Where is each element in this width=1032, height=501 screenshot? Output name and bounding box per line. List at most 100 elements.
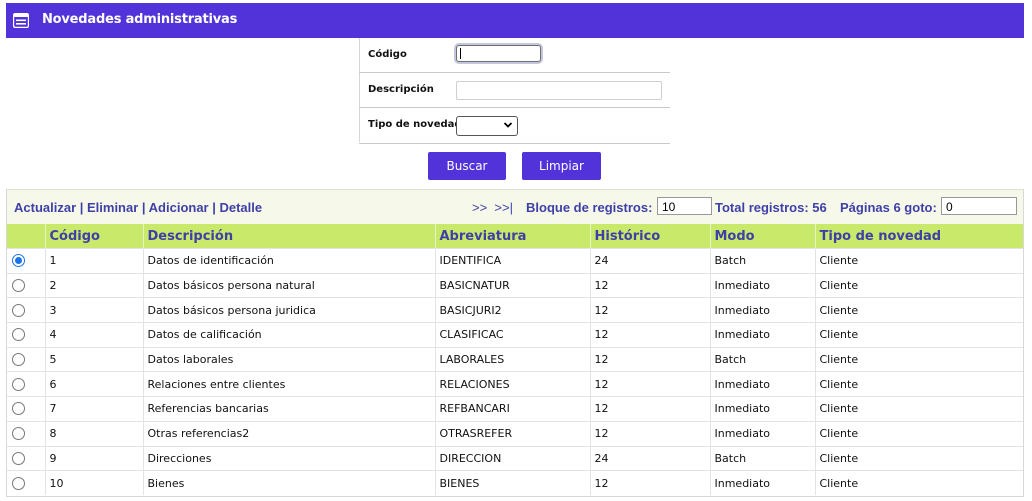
table-cell: 5 — [44, 346, 143, 372]
table-cell: 7 — [44, 396, 143, 422]
table-cell: Datos básicos persona natural — [142, 272, 435, 298]
chevron-down-icon — [503, 122, 513, 128]
table-cell: Referencias bancarias — [142, 396, 435, 422]
row-select-cell — [7, 322, 45, 348]
table-cell: Inmediato — [709, 396, 815, 422]
table-cell: 24 — [589, 445, 710, 471]
table-cell: 12 — [589, 346, 710, 372]
table-cell: Inmediato — [709, 297, 815, 323]
table-row[interactable]: 6 Relaciones entre clientes RELACIONES 12 In… — [7, 371, 1023, 397]
row-select-radio[interactable] — [12, 279, 25, 293]
table-cell: Cliente — [814, 297, 1023, 323]
table-cell: Cliente — [814, 371, 1023, 397]
row-select-radio[interactable] — [12, 353, 25, 367]
table-cell: BIENES — [434, 470, 590, 495]
codigo-input[interactable] — [456, 45, 541, 62]
table-cell: 12 — [589, 470, 710, 495]
table-cell: Batch — [709, 346, 815, 372]
bloque-label: Bloque de registros: — [526, 200, 653, 215]
search-form: Código Descripción Tipo de novedad — [359, 38, 670, 144]
table-row[interactable]: 9 Direcciones DIRECCION 24 Batch Cliente — [7, 445, 1023, 471]
table-cell: Datos básicos persona juridica — [142, 297, 435, 323]
form-row-codigo: Código — [359, 38, 670, 73]
table-row[interactable]: 2 Datos básicos persona natural BASICNATUR… — [7, 272, 1023, 298]
column-header-select — [7, 224, 45, 249]
row-select-cell — [7, 470, 45, 495]
column-header[interactable]: Abreviatura — [434, 224, 590, 249]
table-row[interactable]: 3 Datos básicos persona juridica BASICJURI… — [7, 297, 1023, 323]
row-select-radio[interactable] — [12, 303, 25, 317]
row-select-radio[interactable] — [12, 377, 25, 391]
table-cell: BASICJURI2 — [434, 297, 590, 323]
table-row[interactable]: 1 Datos de identificación IDENTIFICA 24 Batc… — [7, 248, 1023, 274]
table-cell: Cliente — [814, 420, 1023, 446]
table-cell: Cliente — [814, 346, 1023, 372]
row-select-radio[interactable] — [12, 427, 25, 441]
action-links[interactable]: Actualizar | Eliminar | Adicionar | Deta… — [14, 200, 262, 215]
table-body: 1 Datos de identificación IDENTIFICA 24 Batc… — [7, 248, 1023, 495]
table-cell: 10 — [44, 470, 143, 495]
page-title: Novedades administrativas — [42, 12, 238, 27]
table-cell: 2 — [44, 272, 143, 298]
column-header[interactable]: Descripción — [142, 224, 435, 249]
goto-input[interactable]: 0 — [941, 197, 1017, 215]
table-cell: Datos de calificación — [142, 322, 435, 348]
table-cell: Batch — [709, 248, 815, 274]
row-select-cell — [7, 445, 45, 471]
table-cell: Direcciones — [142, 445, 435, 471]
column-header[interactable]: Modo — [709, 224, 815, 249]
table-cell: 12 — [589, 272, 710, 298]
row-select-radio[interactable] — [12, 328, 25, 342]
row-select-cell — [7, 248, 45, 274]
row-select-radio[interactable] — [12, 254, 25, 268]
form-row-descripcion: Descripción — [359, 73, 670, 108]
buscar-button[interactable]: Buscar — [428, 152, 506, 180]
row-select-radio[interactable] — [12, 402, 25, 416]
row-select-radio[interactable] — [12, 476, 25, 490]
text-caret — [460, 48, 461, 59]
tipo-novedad-select[interactable] — [456, 116, 518, 136]
tipo-novedad-label: Tipo de novedad — [368, 119, 462, 130]
table-cell: 12 — [589, 420, 710, 446]
table-cell: Cliente — [814, 470, 1023, 495]
title-bar: Novedades administrativas — [6, 3, 1024, 38]
limpiar-button[interactable]: Limpiar — [522, 152, 601, 180]
table-cell: 9 — [44, 445, 143, 471]
total-registros: Total registros: 56 — [715, 200, 827, 215]
table-cell: 12 — [589, 297, 710, 323]
table-cell: BASICNATUR — [434, 272, 590, 298]
pagination-nav[interactable]: >> >>| — [472, 200, 513, 215]
table-cell: RELACIONES — [434, 371, 590, 397]
codigo-label: Código — [368, 49, 407, 60]
column-header[interactable]: Histórico — [589, 224, 710, 249]
table-row[interactable]: 10 Bienes BIENES 12 Inmediato Cliente — [7, 470, 1023, 495]
table-row[interactable]: 4 Datos de calificación CLASIFICAC 12 Inmedi… — [7, 322, 1023, 348]
row-select-cell — [7, 396, 45, 422]
table-cell: Cliente — [814, 248, 1023, 274]
table-cell: Cliente — [814, 322, 1023, 348]
table-row[interactable]: 8 Otras referencias2 OTRASREFER 12 Inmediato… — [7, 420, 1023, 446]
table-cell: Inmediato — [709, 272, 815, 298]
column-header[interactable]: Código — [44, 224, 143, 249]
results-toolbar: Actualizar | Eliminar | Adicionar | Deta… — [7, 189, 1023, 225]
table-row[interactable]: 7 Referencias bancarias REFBANCARI 12 Inmedi… — [7, 396, 1023, 422]
descripcion-label: Descripción — [368, 84, 434, 95]
column-header[interactable]: Tipo de novedad — [814, 224, 1023, 249]
table-cell: 3 — [44, 297, 143, 323]
table-cell: Batch — [709, 445, 815, 471]
row-select-cell — [7, 297, 45, 323]
table-cell: Otras referencias2 — [142, 420, 435, 446]
table-cell: Datos laborales — [142, 346, 435, 372]
table-row[interactable]: 5 Datos laborales LABORALES 12 Batch Cliente — [7, 346, 1023, 372]
form-row-tipo: Tipo de novedad — [359, 108, 670, 144]
table-cell: 12 — [589, 396, 710, 422]
table-cell: Inmediato — [709, 371, 815, 397]
table-cell: Bienes — [142, 470, 435, 495]
descripcion-input[interactable] — [456, 81, 662, 100]
row-select-cell — [7, 371, 45, 397]
row-select-cell — [7, 420, 45, 446]
row-select-radio[interactable] — [12, 451, 25, 465]
bloque-input[interactable]: 10 — [657, 197, 712, 215]
table-cell: REFBANCARI — [434, 396, 590, 422]
table-cell: Inmediato — [709, 470, 815, 495]
